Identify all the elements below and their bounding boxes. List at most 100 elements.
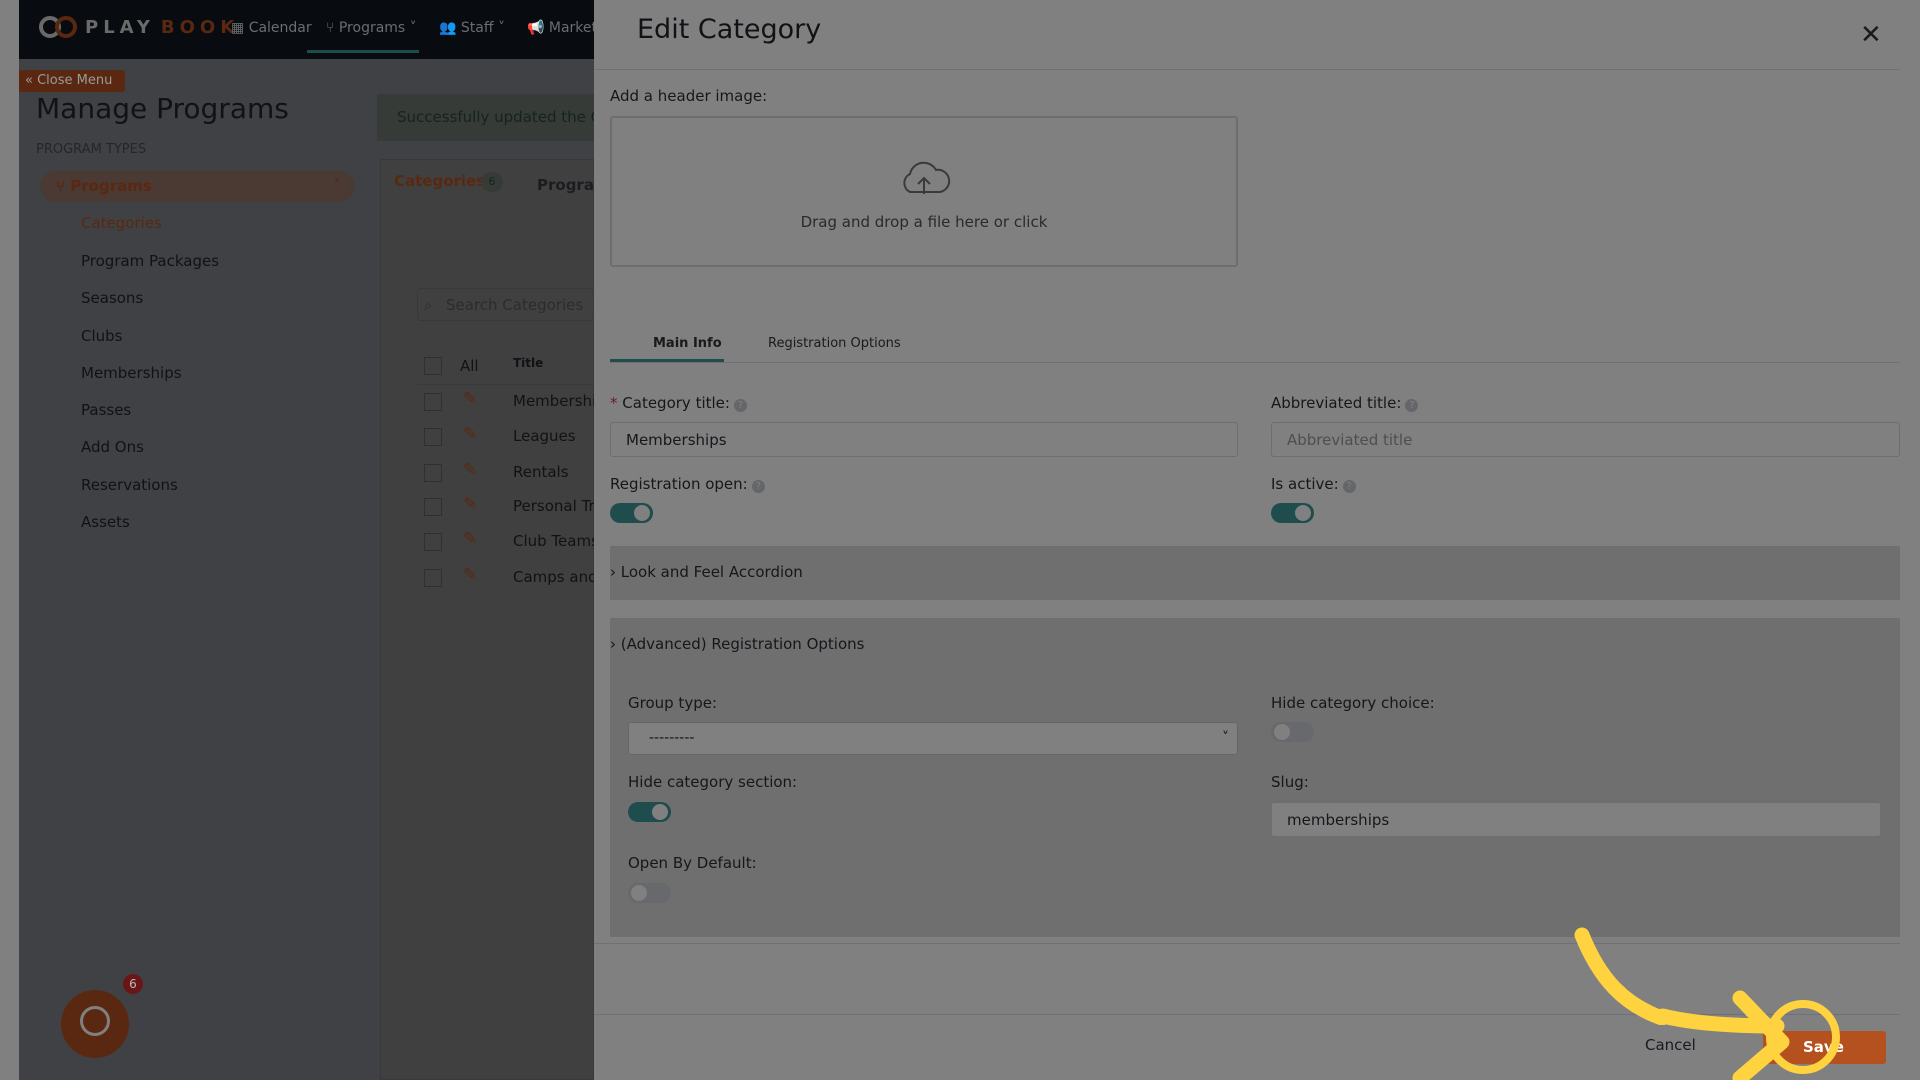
chevron-right-icon: › [610,563,616,581]
column-header-title[interactable]: Title [513,356,543,370]
close-icon[interactable]: ✕ [1860,20,1882,50]
sidebar-item-assets[interactable]: Assets [81,513,130,531]
edit-pencil-icon[interactable]: ✎ [463,460,477,480]
nav-calendar-label: Calendar [248,20,312,36]
chevron-down-icon: ˅ [1222,730,1229,746]
abbreviated-title-label: Abbreviated title: [1271,394,1402,412]
help-icon[interactable]: ? [733,399,747,412]
registration-open-toggle[interactable] [610,503,653,523]
page-title: Manage Programs [36,92,289,125]
nav-marketing-label: Market [548,20,598,36]
nav-staff[interactable]: 👥 Staff ˅ [439,20,505,36]
registration-open-label: Registration open: [610,475,748,493]
edit-pencil-icon[interactable]: ✎ [463,389,477,409]
row-checkbox[interactable] [424,498,442,516]
tab-categories[interactable]: Categories [394,172,485,190]
row-title: Club Teams [513,532,599,550]
chat-widget-button[interactable] [61,990,129,1058]
category-title-label: Category title: [622,394,730,412]
accordion-header[interactable]: › (Advanced) Registration Options [610,635,864,653]
success-alert: Successfully updated the Category [377,94,594,141]
help-icon[interactable]: ? [1342,480,1356,493]
row-checkbox[interactable] [424,464,442,482]
tab-registration-options[interactable]: Registration Options [768,336,901,351]
row-checkbox[interactable] [424,428,442,446]
group-type-value: --------- [649,730,695,746]
accordion-title: (Advanced) Registration Options [620,635,865,653]
hide-category-choice-toggle[interactable] [1271,722,1314,742]
edit-pencil-icon[interactable]: ✎ [463,424,477,444]
divider [594,943,1900,944]
slug-input[interactable]: memberships [1271,802,1881,837]
help-icon[interactable]: ? [751,480,765,493]
close-menu-button[interactable]: « Close Menu [19,70,125,92]
group-type-select[interactable]: --------- ˅ [628,722,1238,755]
is-active-label: Is active: [1271,475,1339,493]
open-by-default-label: Open By Default: [628,854,757,872]
tabs-divider [610,362,1900,363]
select-all-label: All [460,357,479,375]
sidebar-item-reservations[interactable]: Reservations [81,476,178,494]
sidebar-group-label: Programs [70,177,152,195]
sidebar-item-program-packages[interactable]: Program Packages [81,252,219,270]
dropzone-text: Drag and drop a file here or click [800,213,1048,231]
group-type-label: Group type: [628,694,717,712]
nav-calendar[interactable]: ▦ Calendar [231,20,312,36]
header-image-label: Add a header image: [610,87,768,105]
accordion-title: Look and Feel Accordion [620,563,803,581]
logo-text-book: BOOK [160,16,240,38]
sidebar-item-categories[interactable]: Categories [81,214,162,232]
active-tab-indicator [610,359,724,362]
edit-category-panel: Edit Category ✕ Add a header image: Drag… [594,0,1900,1080]
edit-pencil-icon[interactable]: ✎ [463,494,477,514]
help-icon[interactable]: ? [1405,399,1419,412]
hide-category-choice-label: Hide category choice: [1271,694,1435,712]
select-all-checkbox[interactable] [424,357,442,375]
cloud-upload-icon [903,161,951,194]
nav-programs-label: Programs [338,20,406,36]
row-title: Leagues [513,427,576,445]
nav-staff-label: Staff [460,20,494,36]
advanced-registration-accordion: › (Advanced) Registration Options [610,618,1900,937]
save-button[interactable]: Save [1763,1000,1886,1074]
cancel-button[interactable]: Cancel [1645,1036,1696,1054]
sidebar-item-add-ons[interactable]: Add Ons [81,438,144,456]
search-placeholder: Search Categories [446,296,584,314]
sidebar-group-programs[interactable]: ⑂ Programs ˄ [40,171,355,202]
chat-icon [80,1006,110,1036]
row-checkbox[interactable] [424,533,442,551]
chevron-right-icon: › [610,635,616,653]
is-active-toggle[interactable] [1271,503,1314,523]
nav-programs[interactable]: ⑂ Programs ˅ [326,20,417,36]
row-checkbox[interactable] [424,393,442,411]
chevron-up-icon: ˄ [333,177,342,195]
manage-programs-page: PLAY BOOK ▦ Calendar ⑂ Programs ˅ 👥 Staf… [19,0,651,1080]
nav-active-indicator [307,50,419,53]
playbook-logo[interactable]: PLAY BOOK [39,12,239,42]
top-navbar: PLAY BOOK ▦ Calendar ⑂ Programs ˅ 👥 Staf… [19,0,597,59]
header-image-dropzone[interactable]: Drag and drop a file here or click [610,116,1238,267]
row-divider [417,384,594,385]
logo-icon [39,12,79,42]
row-title: Rentals [513,463,569,481]
search-categories-input[interactable]: ⌕ Search Categories [417,288,594,321]
slug-label: Slug: [1271,773,1309,791]
tab-main-info[interactable]: Main Info [653,336,722,351]
hide-category-section-toggle[interactable] [628,802,671,822]
sidebar-item-passes[interactable]: Passes [81,401,131,419]
open-by-default-toggle[interactable] [628,883,671,903]
categories-count-badge: 6 [481,172,503,192]
sidebar-item-seasons[interactable]: Seasons [81,289,143,307]
logo-text-play: PLAY [85,16,155,38]
nav-marketing[interactable]: 📢 Market [527,20,597,36]
close-menu-label: Close Menu [37,73,113,88]
sidebar-item-clubs[interactable]: Clubs [81,327,122,345]
row-checkbox[interactable] [424,569,442,587]
look-and-feel-accordion[interactable]: › Look and Feel Accordion [610,546,1900,600]
edit-pencil-icon[interactable]: ✎ [463,565,477,585]
panel-title: Edit Category [637,14,822,45]
edit-pencil-icon[interactable]: ✎ [463,529,477,549]
sidebar-item-memberships[interactable]: Memberships [81,364,182,382]
abbreviated-title-input[interactable]: Abbreviated title [1271,422,1900,457]
category-title-input[interactable]: Memberships [610,422,1238,457]
